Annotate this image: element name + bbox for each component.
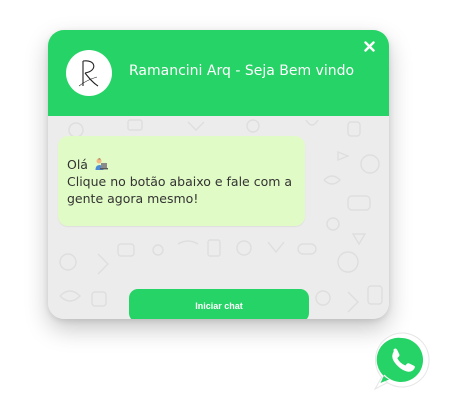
message-line-2: Clique no botão abaixo e fale com a [67, 174, 293, 189]
avatar [66, 50, 112, 96]
close-button[interactable] [362, 39, 376, 53]
greeting-text: Olá [67, 157, 88, 172]
chat-widget: Ramancini Arq - Seja Bem vindo Olá Cliqu… [48, 30, 389, 319]
close-icon [363, 40, 375, 52]
message-bubble: Olá Clique no botão abaixo e fale com a … [58, 136, 305, 226]
chat-header: Ramancini Arq - Seja Bem vindo [48, 30, 389, 116]
logo-r-icon [78, 60, 99, 87]
start-chat-button[interactable]: Iniciar chat [129, 289, 309, 319]
chat-body: Olá Clique no botão abaixo e fale com a … [48, 116, 389, 319]
whatsapp-button[interactable] [370, 329, 434, 393]
person-at-laptop-emoji [95, 158, 108, 170]
message-line-1: Olá [67, 156, 303, 173]
whatsapp-icon [373, 332, 430, 391]
message-text: Olá Clique no botão abaixo e fale com a … [67, 156, 303, 207]
message-line-3: gente agora mesmo! [67, 191, 199, 206]
chat-title: Ramancini Arq - Seja Bem vindo [129, 63, 355, 79]
